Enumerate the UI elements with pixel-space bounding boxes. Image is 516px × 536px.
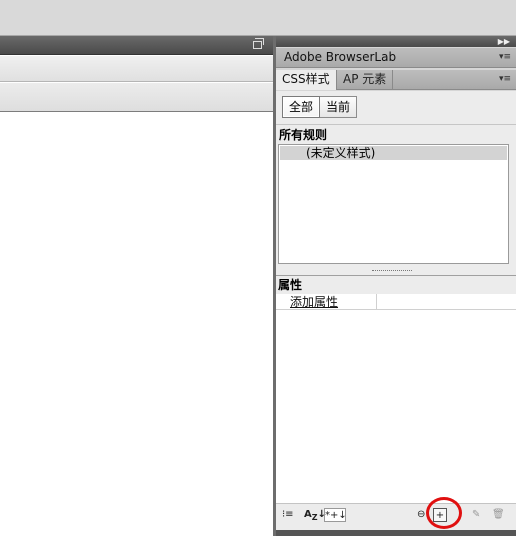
delete-icon[interactable]: 🗑 — [492, 508, 506, 522]
panel-menu-icon[interactable]: ▾≡ — [499, 53, 511, 62]
tab-css-styles[interactable]: CSS样式 — [276, 70, 337, 90]
panel-column: ▶▶ Adobe BrowserLab ▾≡ CSS样式 AP 元素 ▾≡ 全部… — [276, 36, 516, 536]
collapse-panels-icon[interactable]: ▶▶ — [498, 36, 510, 47]
category-view-icon[interactable]: ⁝≡ — [282, 508, 298, 522]
pane-resize-gripper[interactable] — [276, 267, 516, 275]
panel-menu-icon[interactable]: ▾≡ — [499, 75, 511, 84]
css-tabbar: CSS样式 AP 元素 ▾≡ — [276, 70, 516, 90]
document-toolbar-secondary — [0, 83, 274, 112]
document-titlebar — [0, 36, 274, 55]
tab-ap-elements[interactable]: AP 元素 — [337, 70, 394, 90]
properties-pane: 属性 添加属性 — [276, 275, 516, 503]
bottom-panel-tabbar — [276, 530, 516, 536]
document-area — [0, 36, 274, 536]
highlight-circle-annotation — [426, 497, 462, 529]
tab-adobe-browserlab[interactable]: Adobe BrowserLab — [278, 48, 402, 68]
top-toolbar-strip — [0, 0, 516, 36]
restore-window-icon[interactable] — [253, 38, 264, 49]
gripper-dots — [372, 270, 412, 272]
rules-list[interactable]: (未定义样式) — [278, 144, 509, 264]
column-divider — [376, 294, 377, 310]
properties-header: 属性 — [276, 276, 516, 294]
panel-collapse-bar[interactable]: ▶▶ — [276, 36, 516, 47]
panel-footer-toolbar: ⁝≡ AZ↓ *+↓ ⊖ + ✎ 🗑 — [276, 503, 516, 525]
browserlab-tabbar: Adobe BrowserLab ▾≡ — [276, 48, 516, 68]
mode-toggle: 全部 当前 — [282, 96, 358, 118]
all-mode-button[interactable]: 全部 — [282, 96, 321, 118]
current-mode-button[interactable]: 当前 — [320, 96, 358, 118]
property-row: 添加属性 — [276, 294, 516, 310]
document-toolbar — [0, 56, 274, 82]
set-properties-icon[interactable]: *+↓ — [324, 508, 347, 522]
all-rules-header: 所有规则 — [276, 124, 516, 144]
css-styles-panel: 全部 当前 所有规则 (未定义样式) 属性 添加属性 ⁝≡ AZ↓ *+↓ ⊖ … — [276, 91, 516, 536]
edit-style-icon[interactable]: ✎ — [472, 508, 486, 522]
az-sort-icon[interactable]: AZ↓ — [304, 508, 326, 522]
rule-item[interactable]: (未定义样式) — [280, 146, 507, 160]
add-property-link[interactable]: 添加属性 — [290, 294, 338, 310]
